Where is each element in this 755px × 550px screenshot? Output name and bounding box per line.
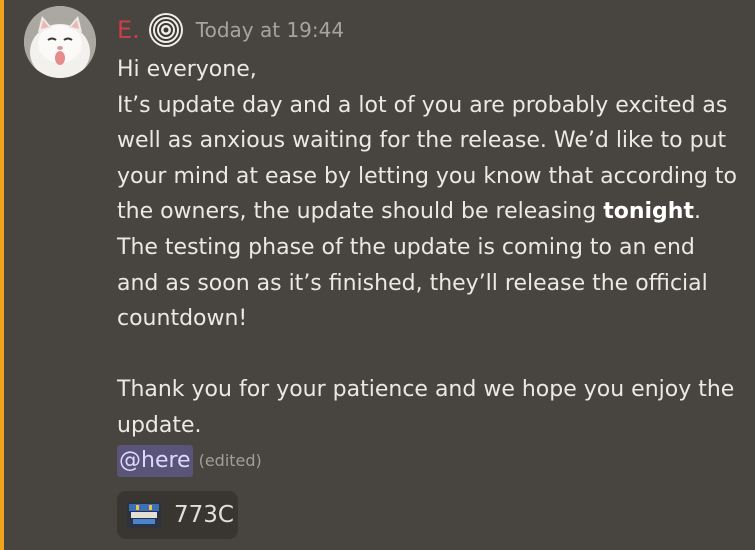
here-mention[interactable]: @here bbox=[117, 445, 193, 477]
timestamp[interactable]: Today at 19:44 bbox=[196, 12, 344, 48]
avatar[interactable] bbox=[24, 6, 96, 78]
bold-text: tonight bbox=[603, 199, 694, 225]
reaction-button[interactable]: 773C bbox=[117, 491, 238, 539]
mention-highlight-bar bbox=[0, 0, 4, 550]
message-header: E. Today at 19:44 bbox=[117, 12, 344, 48]
username[interactable]: E. bbox=[117, 12, 140, 48]
cat-avatar-icon bbox=[24, 6, 96, 78]
message-content: Hi everyone, It’s update day and a lot o… bbox=[117, 52, 742, 444]
edited-label[interactable]: (edited) bbox=[199, 445, 262, 477]
reaction-count: 773C bbox=[174, 502, 234, 528]
message-text-end: . The testing phase of the update is com… bbox=[117, 199, 735, 438]
game-logo-emoji-icon bbox=[127, 502, 161, 528]
concentric-rings-icon[interactable] bbox=[148, 12, 184, 48]
mention-row: @here (edited) bbox=[117, 443, 262, 479]
